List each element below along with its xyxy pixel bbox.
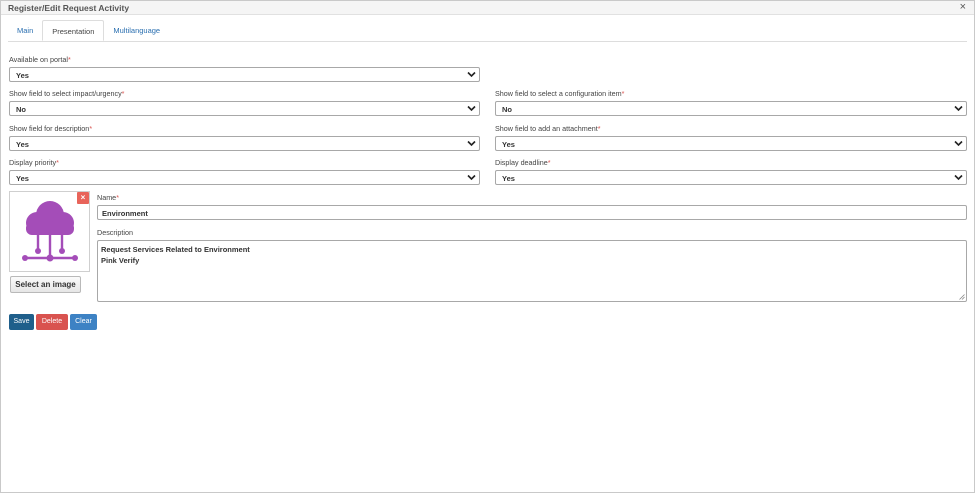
- tab-presentation[interactable]: Presentation: [42, 20, 105, 41]
- priority-value: Yes: [16, 174, 29, 183]
- chevron-down-icon: [467, 140, 476, 147]
- config-item-value: No: [502, 105, 512, 114]
- attachment-value: Yes: [502, 140, 515, 149]
- name-input-value: Environment: [102, 209, 148, 218]
- dialog-titlebar: Register/Edit Request Activity ×: [1, 1, 974, 15]
- config-item-label: Show field to select a configuration ite…: [495, 89, 624, 98]
- tab-multilanguage[interactable]: Multilanguage: [104, 20, 169, 41]
- required-mark: *: [116, 193, 119, 202]
- chevron-down-icon: [467, 174, 476, 181]
- description-field-value: Yes: [16, 140, 29, 149]
- description-line-2: Pink Verify: [101, 256, 140, 265]
- deadline-label-text: Display deadline: [495, 158, 548, 167]
- chevron-down-icon: [954, 105, 963, 112]
- required-mark: *: [597, 124, 601, 133]
- impact-urgency-select[interactable]: No: [9, 101, 480, 116]
- clear-button[interactable]: Clear: [70, 314, 97, 330]
- deadline-select[interactable]: Yes: [495, 170, 967, 185]
- description-textarea[interactable]: Request Services Related to Environment …: [97, 240, 967, 302]
- name-label-text: Name: [97, 193, 117, 202]
- description-field-label: Show field for description*: [9, 124, 92, 133]
- tab-main[interactable]: Main: [8, 20, 42, 41]
- dialog-window: Register/Edit Request Activity × Main Pr…: [0, 0, 975, 493]
- dialog-title: Register/Edit Request Activity: [8, 3, 130, 13]
- required-mark: *: [68, 55, 71, 64]
- select-image-button[interactable]: Select an image: [10, 276, 81, 293]
- name-label: Name*: [97, 193, 119, 202]
- name-input[interactable]: Environment: [97, 205, 967, 220]
- required-mark: *: [621, 89, 625, 98]
- delete-button[interactable]: Delete: [36, 314, 68, 330]
- impact-urgency-label: Show field to select impact/urgency*: [9, 89, 124, 98]
- attachment-select[interactable]: Yes: [495, 136, 967, 151]
- chevron-down-icon: [467, 105, 476, 112]
- available-on-portal-label: Available on portal*: [9, 55, 71, 64]
- attachment-label-text: Show field to add an attachment: [495, 124, 598, 133]
- deadline-value: Yes: [502, 174, 515, 183]
- chevron-down-icon: [954, 174, 963, 181]
- available-on-portal-label-text: Available on portal: [9, 55, 69, 64]
- config-item-select[interactable]: No: [495, 101, 967, 116]
- tab-bar: Main Presentation Multilanguage: [8, 20, 169, 42]
- resize-handle-icon[interactable]: [959, 294, 965, 300]
- save-button[interactable]: Save: [9, 314, 34, 330]
- close-icon[interactable]: ×: [960, 1, 966, 14]
- attachment-label: Show field to add an attachment*: [495, 124, 601, 133]
- priority-label-text: Display priority: [9, 158, 57, 167]
- impact-urgency-label-text: Show field to select impact/urgency: [9, 89, 122, 98]
- priority-label: Display priority*: [9, 158, 59, 167]
- remove-image-button[interactable]: ×: [77, 192, 89, 204]
- available-on-portal-select[interactable]: Yes: [9, 67, 480, 82]
- deadline-label: Display deadline*: [495, 158, 551, 167]
- chevron-down-icon: [467, 71, 476, 78]
- description-field-select[interactable]: Yes: [9, 136, 480, 151]
- available-on-portal-value: Yes: [16, 71, 29, 80]
- impact-urgency-value: No: [16, 105, 26, 114]
- required-mark: *: [547, 158, 551, 167]
- required-mark: *: [89, 124, 93, 133]
- required-mark: *: [121, 89, 125, 98]
- chevron-down-icon: [954, 140, 963, 147]
- priority-select[interactable]: Yes: [9, 170, 480, 185]
- config-item-label-text: Show field to select a configuration ite…: [495, 89, 622, 98]
- description-line-1: Request Services Related to Environment: [101, 245, 250, 254]
- description-label: Description: [97, 228, 133, 237]
- description-field-label-text: Show field for description: [9, 124, 90, 133]
- required-mark: *: [56, 158, 59, 167]
